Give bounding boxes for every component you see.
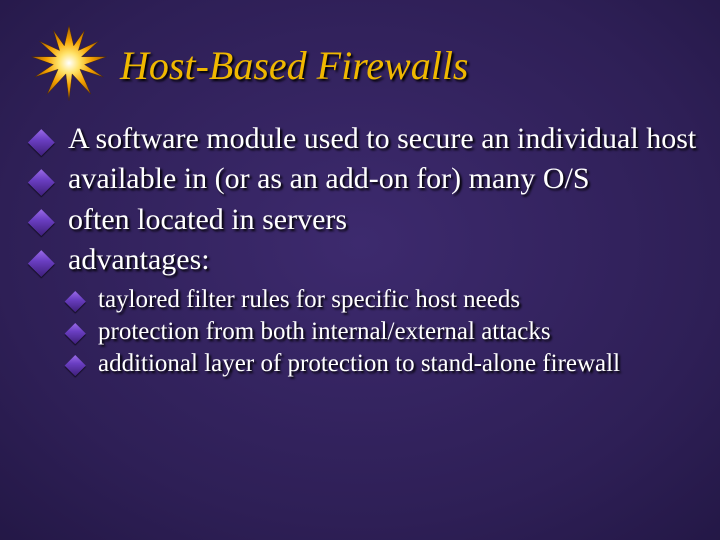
diamond-icon (65, 355, 86, 376)
bullet-item: A software module used to secure an indi… (32, 120, 700, 158)
slide: Host-Based Firewalls A software module u… (0, 0, 720, 540)
starburst-icon (30, 24, 108, 102)
bullet-list: A software module used to secure an indi… (20, 120, 700, 280)
diamond-icon (65, 323, 86, 344)
sub-bullet-text: taylored filter rules for specific host … (98, 286, 520, 313)
bullet-text: often located in servers (68, 203, 347, 236)
sub-bullet-text: additional layer of protection to stand-… (98, 350, 620, 377)
bullet-item: available in (or as an add-on for) many … (32, 160, 700, 198)
diamond-icon (28, 210, 54, 236)
sub-bullet-item: taylored filter rules for specific host … (68, 284, 700, 316)
sub-bullet-item: additional layer of protection to stand-… (68, 348, 700, 380)
diamond-icon (28, 169, 54, 195)
bullet-text: available in (or as an add-on for) many … (68, 162, 590, 195)
diamond-icon (28, 250, 54, 276)
bullet-text: advantages: (68, 243, 210, 276)
diamond-icon (65, 291, 86, 312)
bullet-text: A software module used to secure an indi… (68, 122, 696, 155)
sub-bullet-item: protection from both internal/external a… (68, 316, 700, 348)
diamond-icon (28, 129, 54, 155)
sub-bullet-list: taylored filter rules for specific host … (20, 284, 700, 380)
sub-bullet-text: protection from both internal/external a… (98, 318, 551, 345)
bullet-item: often located in servers (32, 201, 700, 239)
bullet-item: advantages: (32, 241, 700, 279)
title-row: Host-Based Firewalls (20, 30, 700, 102)
slide-title: Host-Based Firewalls (120, 44, 469, 88)
